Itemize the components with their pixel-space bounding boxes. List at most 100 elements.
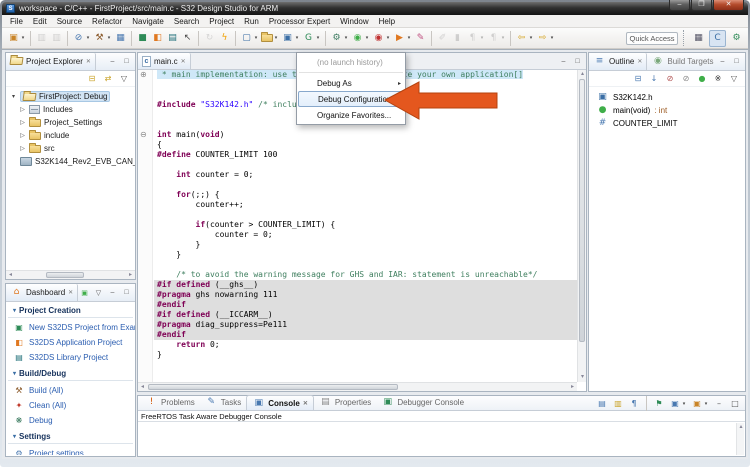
dashboard-link-clean-all[interactable]: ✦Clean (All) [6, 398, 135, 413]
skip-breakpoints-button[interactable]: ⊘▾ [71, 30, 92, 47]
cpp-perspective-button[interactable]: C [709, 30, 726, 47]
new-wizard-button[interactable]: ▣▾ [6, 30, 27, 47]
minimize-view-button[interactable]: – [558, 58, 569, 65]
dashboard-link-s32ds-application-project[interactable]: ◧S32DS Application Project [6, 335, 135, 350]
minimize-view-button[interactable]: – [717, 58, 728, 65]
menu-refactor[interactable]: Refactor [87, 17, 127, 26]
tree-item-src[interactable]: ▷src [6, 142, 135, 155]
close-icon[interactable]: ✕ [181, 58, 186, 65]
sort-button[interactable]: ↓ [647, 70, 661, 87]
tab-outline[interactable]: ≡ Outline ✕ [589, 53, 647, 70]
run-button[interactable]: ◉▾ [350, 30, 371, 47]
tree-item-project-settings[interactable]: ▷Project_Settings [6, 116, 135, 129]
chevron-collapsed-icon[interactable]: ▷ [19, 132, 26, 139]
tab-debugger-console[interactable]: ▣Debugger Console [376, 395, 469, 410]
collapse-all-button[interactable]: ⊟ [85, 70, 99, 87]
menu-processor-expert[interactable]: Processor Expert [264, 17, 335, 26]
minimize-button[interactable]: – [712, 395, 726, 412]
dashboard-link-s32ds-library-project[interactable]: ▤S32DS Library Project [6, 350, 135, 365]
section-header-build-debug[interactable]: ▾Build/Debug [8, 365, 133, 381]
maximize-view-button[interactable]: □ [121, 58, 132, 65]
minimize-button[interactable]: – [107, 289, 118, 296]
menu-search[interactable]: Search [169, 17, 204, 26]
forward-button[interactable]: ⇨▾ [535, 30, 556, 47]
view-menu-button[interactable]: ▽ [93, 289, 104, 297]
horizontal-scrollbar[interactable]: ◂▸ [138, 382, 577, 391]
pe-perspective-button[interactable]: ⚙ [729, 30, 744, 47]
maximize-button[interactable]: □ [728, 395, 742, 412]
close-icon[interactable]: ✕ [86, 58, 91, 65]
hide-non-public-button[interactable]: ● [695, 70, 709, 87]
tab-properties[interactable]: ▤Properties [314, 395, 376, 410]
close-button[interactable]: ✕ [713, 0, 744, 11]
minimize-button[interactable]: – [669, 0, 690, 11]
fold-collapse-icon[interactable]: ⊖ [140, 130, 147, 140]
menu-edit[interactable]: Edit [28, 17, 52, 26]
menu-source[interactable]: Source [52, 17, 87, 26]
profile-button[interactable]: ◉▾ [371, 30, 392, 47]
close-icon[interactable]: ✕ [68, 289, 73, 296]
tab-project-explorer[interactable]: Project Explorer ✕ [6, 53, 96, 70]
build-button[interactable]: ⚒▾ [92, 30, 113, 47]
outline-item-main-void[interactable]: ●main(void) : int [589, 104, 745, 117]
horizontal-scrollbar[interactable]: ◂▸ [6, 270, 135, 279]
dashboard-link-debug[interactable]: ❋Debug [6, 413, 135, 428]
external-tools-button[interactable]: ▶▾ [392, 30, 413, 47]
maximize-button[interactable]: □ [121, 289, 132, 296]
outline-item-counter-limit[interactable]: #COUNTER_LIMIT [589, 117, 745, 130]
word-wrap-button[interactable]: ¶ [627, 395, 641, 412]
dashboard-link-new-s32ds-project-from-example[interactable]: ▣New S32DS Project from Example [6, 320, 135, 335]
scroll-lock-button[interactable]: ▥ [611, 395, 625, 412]
tab-main-c[interactable]: c main.c ✕ [138, 53, 191, 69]
pin-console-button[interactable]: ⚑ [652, 395, 666, 412]
menu-window[interactable]: Window [335, 17, 373, 26]
menu-project[interactable]: Project [204, 17, 239, 26]
maximize-view-button[interactable]: □ [731, 58, 742, 65]
tab-tasks[interactable]: ✎Tasks [200, 395, 246, 410]
hide-static-button[interactable]: ⊘ [679, 70, 693, 87]
tree-item-include[interactable]: ▷include [6, 129, 135, 142]
manage-configs-button[interactable]: ▦ [113, 30, 128, 47]
fold-expand-icon[interactable]: ⊕ [140, 70, 147, 80]
menu-help[interactable]: Help [374, 17, 400, 26]
minimize-view-button[interactable]: – [107, 58, 118, 65]
new-view-button[interactable]: ▣ [79, 289, 90, 297]
view-menu-button[interactable]: ▽ [117, 70, 131, 87]
tab-dashboard[interactable]: ⌂ Dashboard ✕ [6, 284, 78, 301]
dashboard-link-project-settings[interactable]: ⚙Project settings [6, 446, 135, 455]
tree-item-includes[interactable]: ▷Includes [6, 103, 135, 116]
tree-item-firstproject-debug[interactable]: ▾FirstProject: Debug [6, 90, 135, 103]
hide-inactive-button[interactable]: ※ [711, 70, 725, 87]
getting-started-button[interactable]: G▾ [301, 30, 322, 47]
new-c-file-button[interactable]: ▢▾ [239, 30, 260, 47]
link-editor-button[interactable]: ⇄ [101, 70, 115, 87]
new-project-button[interactable]: ■ [135, 30, 150, 47]
close-icon[interactable]: ✕ [637, 58, 642, 65]
menu-navigate[interactable]: Navigate [127, 17, 169, 26]
display-console-button[interactable]: ▣▾ [668, 395, 688, 412]
close-icon[interactable]: ✕ [303, 400, 308, 407]
open-console-button[interactable]: ▣▾ [690, 395, 710, 412]
tab-console[interactable]: ▣Console✕ [246, 395, 314, 410]
outline-item-s32k142-h[interactable]: ▣S32K142.h [589, 91, 745, 104]
hide-fields-button[interactable]: ⊘ [663, 70, 677, 87]
select-tool-button[interactable]: ↖ [180, 30, 195, 47]
quick-access-box[interactable]: Quick Access [626, 32, 678, 45]
collapse-all-button[interactable]: ⊟ [631, 70, 645, 87]
chevron-expanded-icon[interactable]: ▾ [10, 93, 17, 100]
app-project-button[interactable]: ◧ [150, 30, 165, 47]
new-class-button[interactable]: ▣▾ [280, 30, 301, 47]
menu-file[interactable]: File [5, 17, 28, 26]
chevron-collapsed-icon[interactable]: ▷ [19, 145, 26, 152]
section-header-settings[interactable]: ▾Settings [8, 428, 133, 444]
new-folder-button[interactable]: ▾ [260, 30, 280, 47]
search-button[interactable]: ✎ [413, 30, 428, 47]
maximize-view-button[interactable]: □ [572, 58, 583, 65]
maximize-button[interactable]: ❐ [691, 0, 712, 11]
chevron-collapsed-icon[interactable]: ▷ [19, 119, 26, 126]
tree-item-s32k144-rev2-evb-can-fd-lcd-demo[interactable]: S32K144_Rev2_EVB_CAN_FD_LCD_DEMO [6, 155, 135, 168]
chevron-collapsed-icon[interactable]: ▷ [19, 106, 26, 113]
lib-project-button[interactable]: ▤ [165, 30, 180, 47]
debug-button[interactable]: ⚙▾ [329, 30, 350, 47]
tab-problems[interactable]: !Problems [140, 395, 200, 410]
